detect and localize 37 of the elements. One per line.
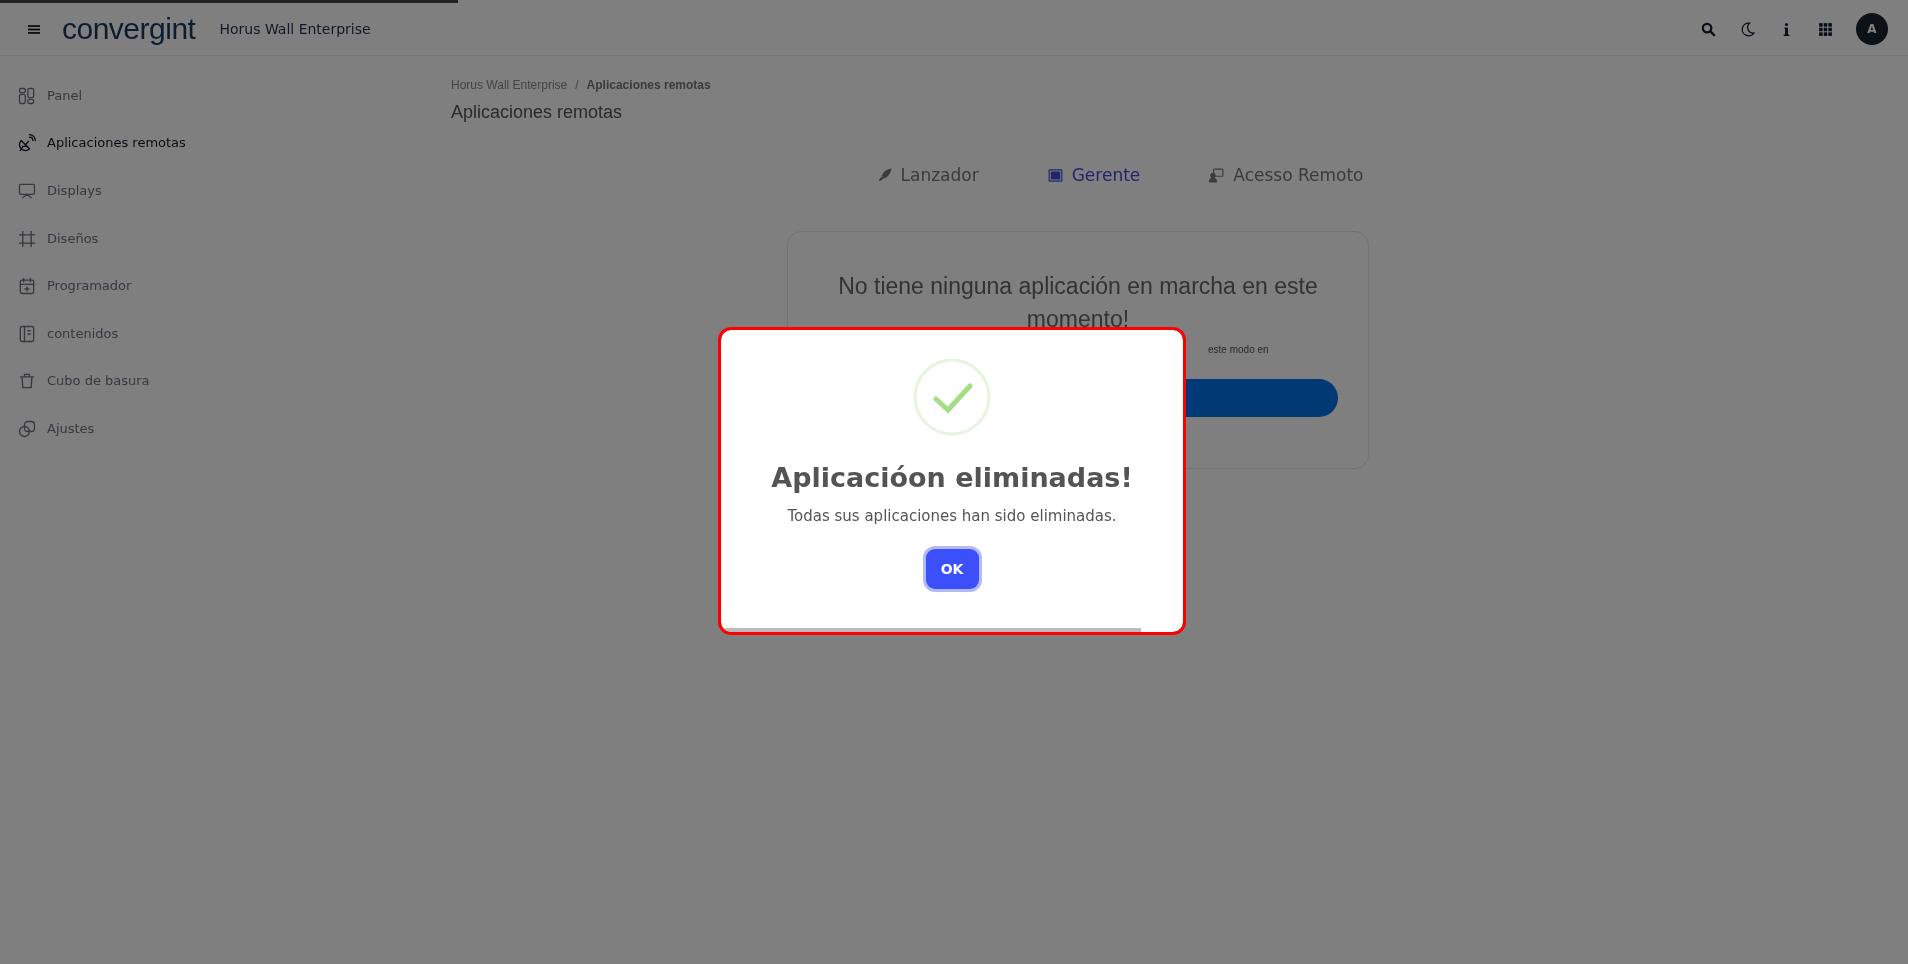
success-check-icon bbox=[912, 357, 992, 437]
remote-desktop-icon bbox=[1208, 166, 1226, 184]
card-note: este modo en bbox=[1208, 344, 1270, 355]
apps-grid-icon[interactable] bbox=[1817, 20, 1834, 38]
screen-icon bbox=[1046, 166, 1064, 184]
sidebar-item[interactable]: Panel bbox=[0, 72, 440, 120]
search-icon[interactable] bbox=[1700, 20, 1717, 38]
sidebar-item[interactable]: contenidos bbox=[0, 309, 440, 358]
overlapping-shapes-icon bbox=[17, 418, 37, 439]
tab[interactable]: Acesso Remoto bbox=[1208, 161, 1364, 189]
breadcrumb-separator: / bbox=[575, 78, 579, 92]
ok-button[interactable]: OK bbox=[925, 549, 979, 589]
sidebar-item[interactable]: Ajustes bbox=[0, 405, 440, 453]
breadcrumb-link[interactable]: Horus Wall Enterprise bbox=[451, 78, 568, 92]
logo[interactable]: convergint bbox=[62, 12, 196, 46]
monitor-icon bbox=[17, 181, 37, 201]
tab[interactable]: Gerente bbox=[1046, 161, 1141, 189]
calendar-icon bbox=[17, 276, 37, 297]
app-title: Horus Wall Enterprise bbox=[219, 21, 371, 37]
user-avatar[interactable]: A bbox=[1856, 13, 1888, 45]
crop-frame-icon bbox=[17, 228, 37, 249]
sidebar-item[interactable]: Cubo de basura bbox=[0, 357, 440, 406]
dialog-title: Aplicacióon eliminadas! bbox=[771, 462, 1133, 493]
sidebar-item[interactable]: Diseños bbox=[0, 214, 440, 263]
menu-icon[interactable] bbox=[28, 23, 40, 35]
breadcrumb-current: Aplicaciones remotas bbox=[586, 78, 711, 92]
sidebar-item[interactable]: Aplicaciones remotas bbox=[0, 119, 440, 168]
page-title: Aplicaciones remotas bbox=[451, 102, 624, 123]
tab[interactable]: Lanzador bbox=[875, 161, 979, 189]
dashboard-icon bbox=[17, 85, 37, 106]
sidebar-item[interactable]: Programador bbox=[0, 262, 440, 310]
empty-message: No tiene ninguna aplicación en marcha en este momento! bbox=[837, 272, 1319, 334]
sidebar-item[interactable]: Displays bbox=[0, 167, 440, 215]
moon-icon[interactable] bbox=[1739, 20, 1756, 38]
satellite-dish-icon bbox=[17, 133, 37, 154]
notebook-icon bbox=[17, 323, 37, 344]
dialog-message: Todas sus aplicaciones han sido eliminadas. bbox=[787, 507, 1117, 525]
